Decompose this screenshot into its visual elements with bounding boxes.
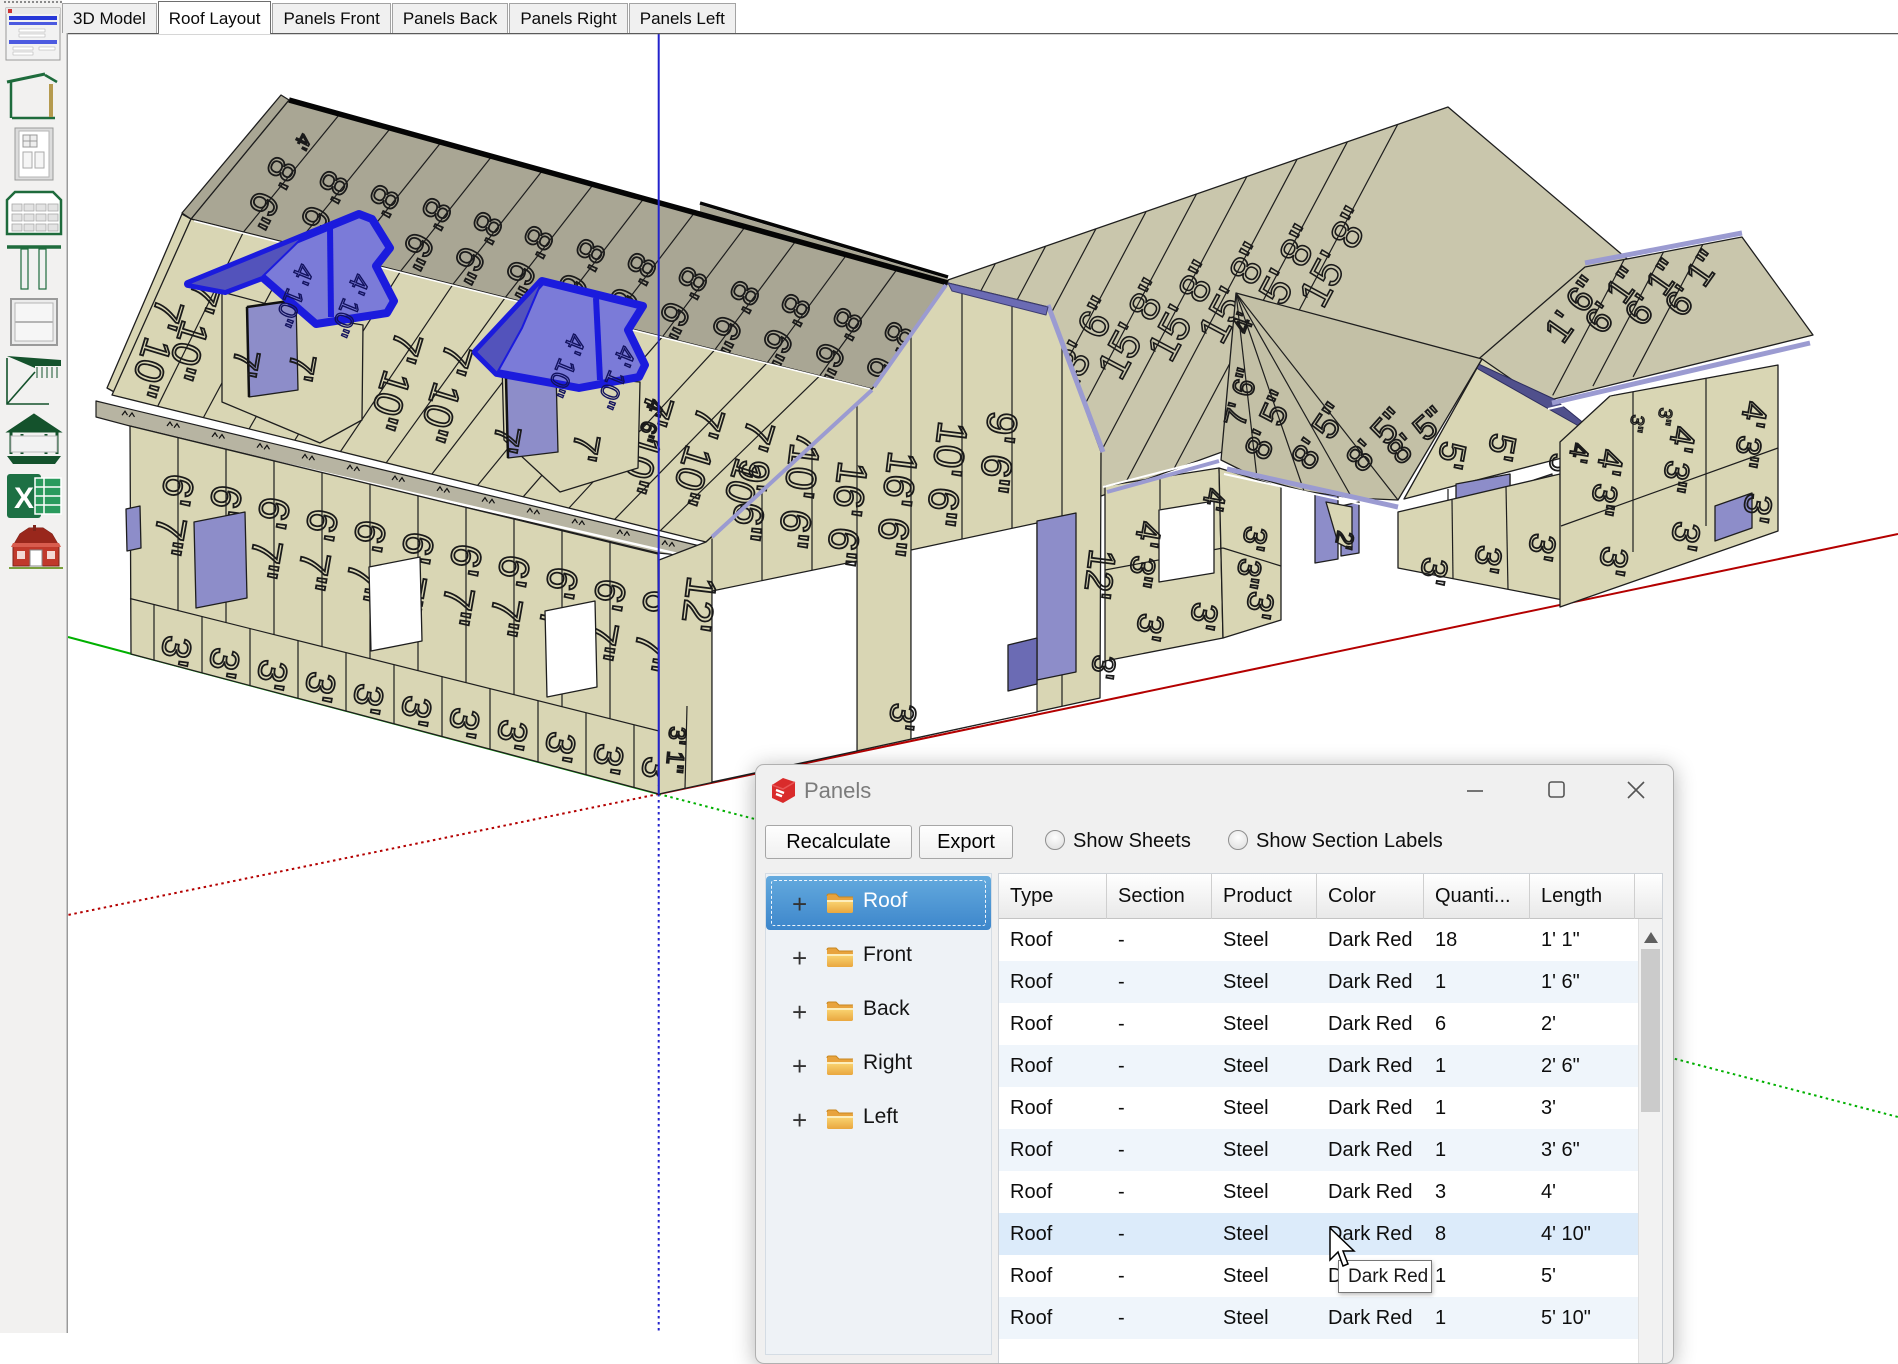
svg-text:3': 3' [881,701,925,733]
svg-text:3': 3' [151,632,200,669]
svg-text:3": 3" [1624,413,1648,434]
svg-text:X: X [14,482,34,515]
svg-text:12': 12' [672,574,725,634]
svg-text:3': 3' [199,644,248,681]
svg-text:3': 3' [1084,653,1123,681]
svg-text:9' 6": 9' 6" [970,409,1027,495]
svg-text:3": 3" [1652,406,1676,427]
svg-text:3': 3' [247,656,296,693]
svg-text:3': 3' [1411,555,1456,589]
svg-text:12': 12' [1075,547,1123,601]
